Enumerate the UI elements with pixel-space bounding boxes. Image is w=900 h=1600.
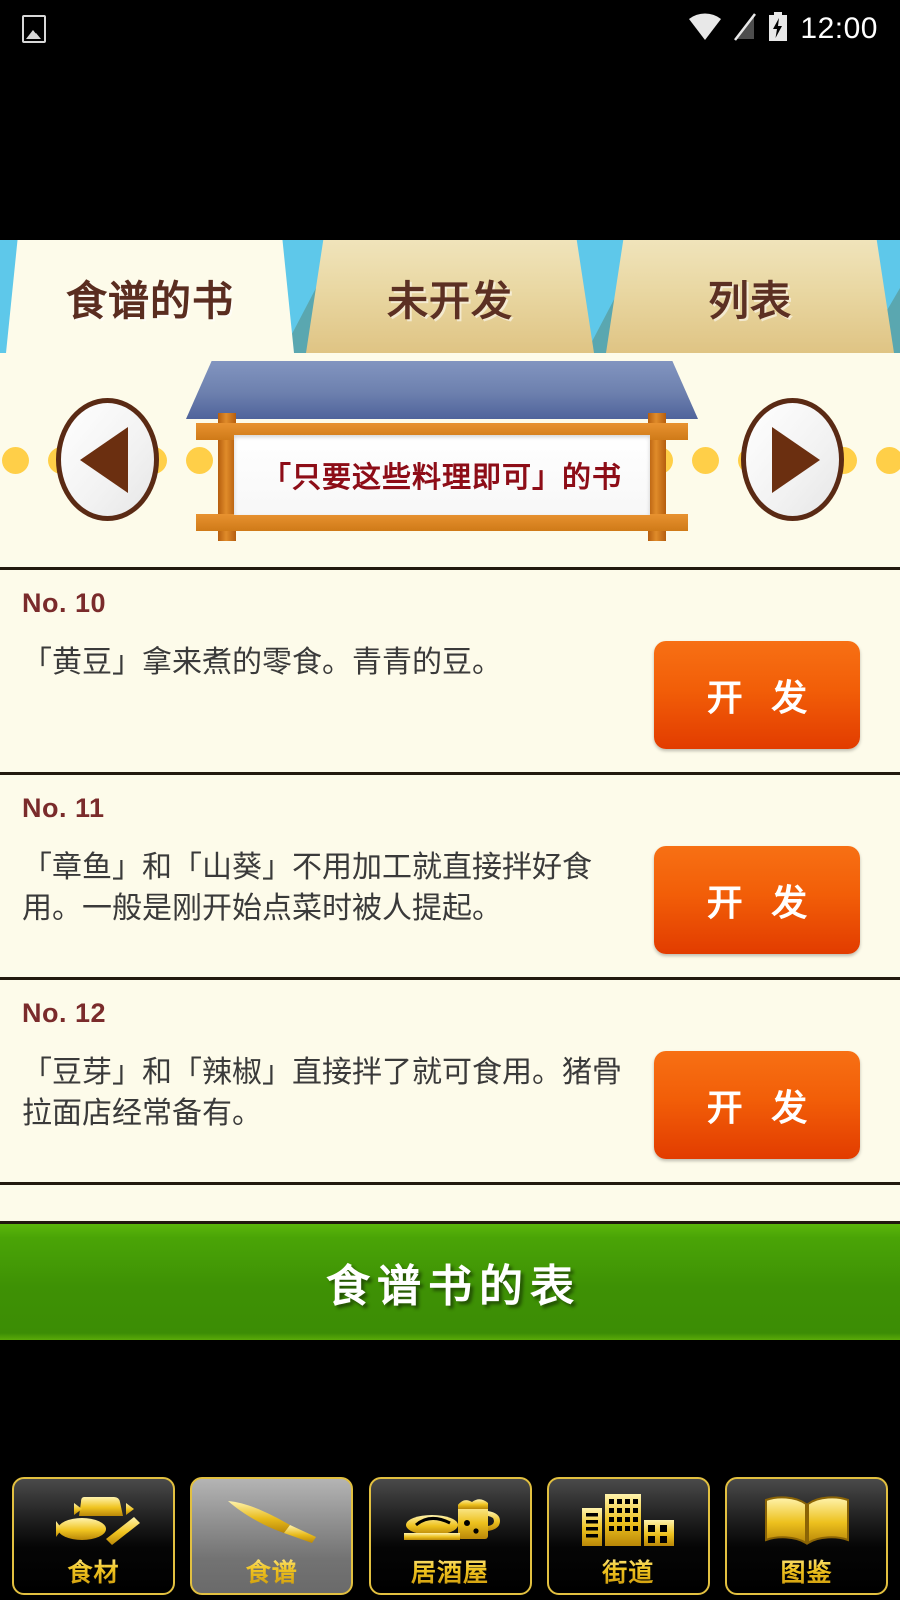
signboard-crossbar-bottom [196,514,688,531]
book-carousel-header: 「只要这些料理即可」的书 [0,353,900,567]
prev-book-button[interactable] [56,398,159,521]
book-signboard: 「只要这些料理即可」的书 [186,361,698,541]
decorative-dot [876,446,900,474]
recipe-book-table-label: 食谱书的表 [326,1261,581,1312]
list-bottom-spacer [0,1185,900,1224]
develop-button[interactable]: 开 发 [654,846,860,954]
nav-item-recipes[interactable]: 食谱 [190,1477,354,1595]
status-clock: 12:00 [800,12,878,45]
beer-mug-icon [400,1489,500,1551]
image-icon [22,15,46,43]
item-body: 「黄豆」拿来煮的零食。青青的豆。 开 发 [22,641,878,749]
decorative-dot [2,446,29,474]
status-bar-right: 12:00 [688,11,878,47]
bottom-navigation: 食材 食谱 居酒屋 街道 图鉴 [0,1477,900,1600]
wifi-icon [688,12,722,46]
battery-charging-icon [768,11,788,47]
tab-undeveloped[interactable]: 未开发 [300,240,600,353]
buildings-icon [580,1489,676,1551]
nav-item-ingredients[interactable]: 食材 [12,1477,175,1595]
tab-label: 未开发 [387,276,513,325]
top-black-spacer [0,58,900,240]
nav-label: 食材 [67,1553,119,1589]
tab-label: 列表 [708,276,792,325]
recipe-list: No. 10 「黄豆」拿来煮的零食。青青的豆。 开 发 No. 11 「章鱼」和… [0,567,900,1224]
list-item[interactable]: No. 11 「章鱼」和「山葵」不用加工就直接拌好食用。一般是刚开始点菜时被人提… [0,775,900,980]
item-description: 「豆芽」和「辣椒」直接拌了就可食用。猪骨拉面店经常备有。 [22,1055,622,1131]
item-number: No. 10 [22,588,107,618]
tab-recipe-book[interactable]: 食谱的书 [0,240,300,353]
status-bar: 12:00 [0,0,900,58]
chevron-left-icon [80,426,128,493]
next-book-button[interactable] [741,398,844,521]
item-body: 「章鱼」和「山葵」不用加工就直接拌好食用。一般是刚开始点菜时被人提起。 开 发 [22,846,878,954]
nav-item-izakaya[interactable]: 居酒屋 [368,1477,532,1595]
open-book-icon [761,1489,853,1551]
tab-bar: 食谱的书 未开发 列表 [0,240,900,353]
status-bar-left [22,15,46,43]
item-number: No. 11 [22,793,105,823]
chevron-right-icon [772,426,820,493]
item-number: No. 12 [22,998,107,1028]
fish-ingredients-icon [46,1489,142,1551]
knife-icon [222,1489,322,1551]
nav-label: 居酒屋 [411,1553,489,1589]
bottom-black-gap [0,1340,900,1477]
nav-label: 食谱 [246,1553,298,1589]
list-item[interactable]: No. 12 「豆芽」和「辣椒」直接拌了就可食用。猪骨拉面店经常备有。 开 发 [0,980,900,1185]
tabs-row: 食谱的书 未开发 列表 [0,240,900,353]
item-description: 「黄豆」拿来煮的零食。青青的豆。 [22,645,502,680]
tab-label: 食谱的书 [66,276,234,325]
signboard-panel: 「只要这些料理即可」的书 [234,435,650,515]
signboard-roof [186,361,698,419]
develop-button[interactable]: 开 发 [654,641,860,749]
nav-item-encyclopedia[interactable]: 图鉴 [725,1477,888,1595]
tab-list[interactable]: 列表 [600,240,900,353]
signal-off-icon [734,12,757,46]
nav-item-street[interactable]: 街道 [546,1477,710,1595]
develop-button[interactable]: 开 发 [654,1051,860,1159]
item-body: 「豆芽」和「辣椒」直接拌了就可食用。猪骨拉面店经常备有。 开 发 [22,1051,878,1159]
item-description: 「章鱼」和「山葵」不用加工就直接拌好食用。一般是刚开始点菜时被人提起。 [22,850,592,926]
nav-label: 街道 [602,1553,654,1589]
list-item[interactable]: No. 10 「黄豆」拿来煮的零食。青青的豆。 开 发 [0,570,900,775]
recipe-book-table-button[interactable]: 食谱书的表 [0,1224,900,1340]
nav-label: 图鉴 [780,1553,832,1589]
book-title: 「只要这些料理即可」的书 [261,460,622,494]
